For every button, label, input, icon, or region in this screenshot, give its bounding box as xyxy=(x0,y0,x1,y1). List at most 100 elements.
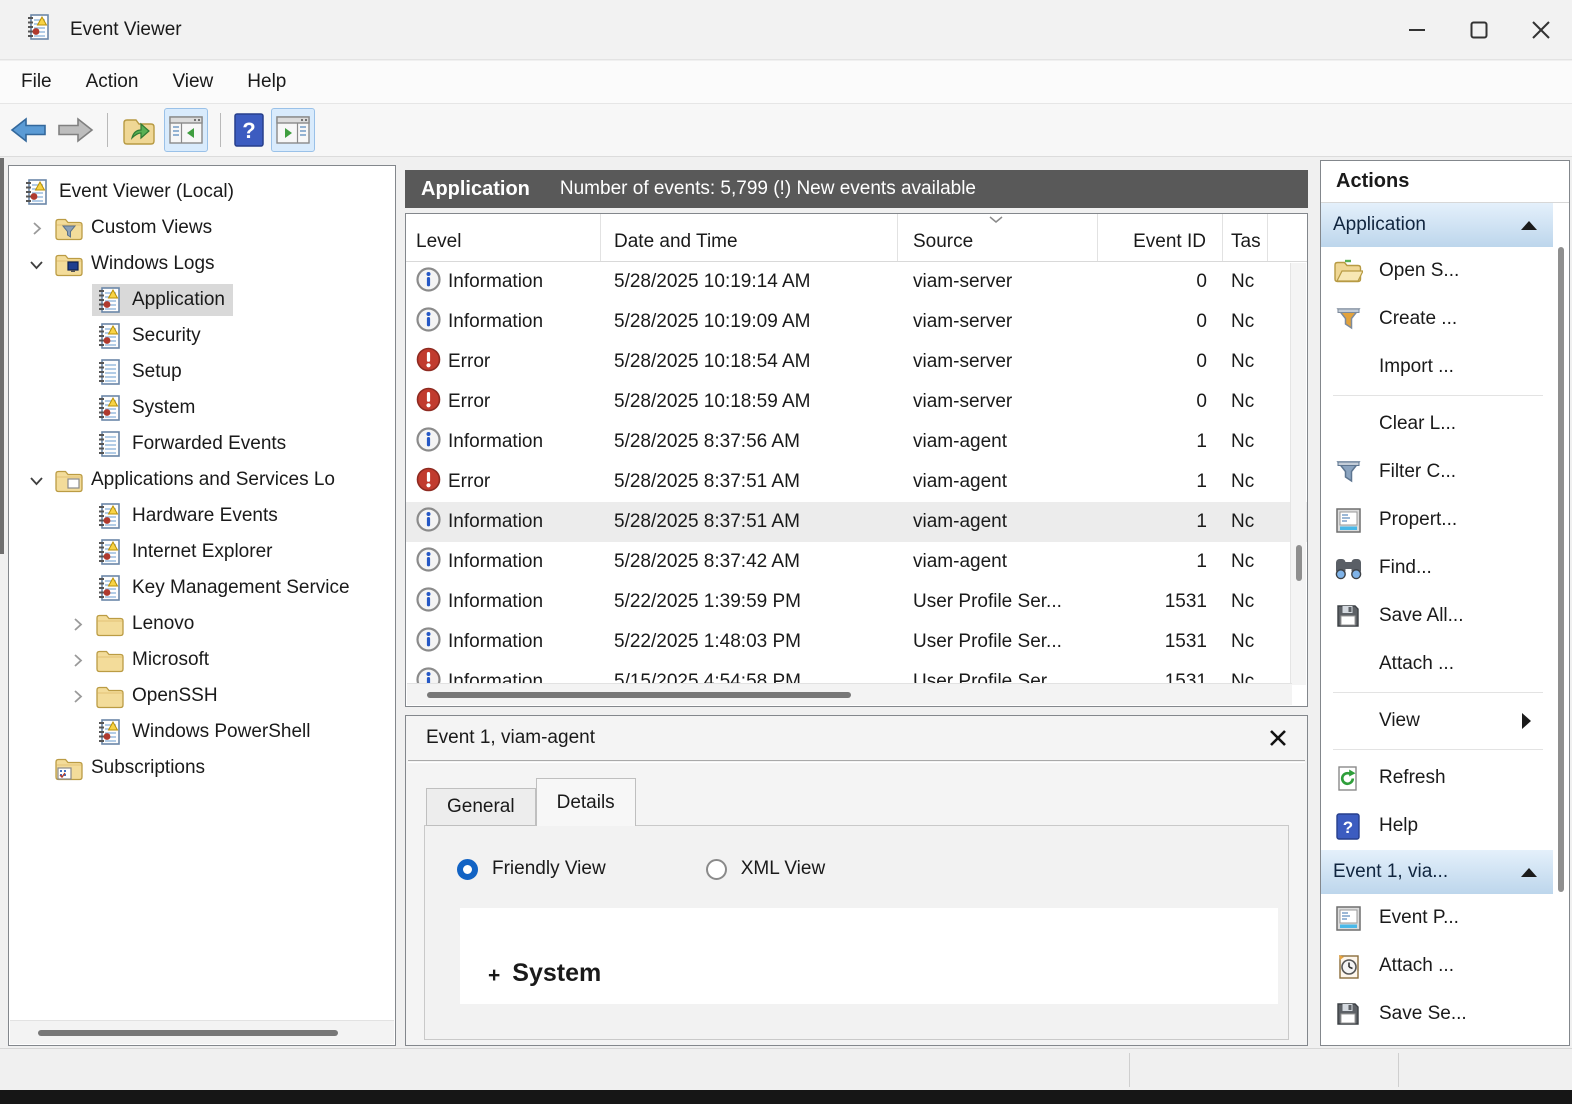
minimize-button[interactable] xyxy=(1386,0,1448,60)
tree-item-event-viewer-local-[interactable]: Event Viewer (Local) xyxy=(9,174,395,210)
action-propert-[interactable]: Propert... xyxy=(1321,496,1553,544)
tree-expander-collapsed[interactable] xyxy=(62,689,92,704)
tree-item-security[interactable]: Security xyxy=(9,318,395,354)
action-clear-l-[interactable]: Clear L... xyxy=(1321,400,1553,448)
action-event-p-[interactable]: Event P... xyxy=(1321,894,1553,942)
tree-item-application[interactable]: Application xyxy=(9,282,395,318)
tree-item-openssh[interactable]: OpenSSH xyxy=(9,678,395,714)
tree-item-microsoft[interactable]: Microsoft xyxy=(9,642,395,678)
folder-subscriptions-icon xyxy=(53,756,83,781)
tab-general[interactable]: General xyxy=(426,788,536,826)
action-find-[interactable]: Find... xyxy=(1321,544,1553,592)
event-row[interactable]: Information 5/28/2025 10:19:14 AM viam-s… xyxy=(406,262,1307,302)
tree-item-key-management-service[interactable]: Key Management Service xyxy=(9,570,395,606)
action-open-s-[interactable]: Open S... xyxy=(1321,247,1553,295)
events-hscroll-thumb[interactable] xyxy=(427,692,851,698)
toggle-action-pane-button[interactable] xyxy=(271,108,315,152)
events-vscroll-thumb[interactable] xyxy=(1296,545,1302,581)
events-horizontal-scrollbar[interactable] xyxy=(407,683,1292,705)
log-alert-icon xyxy=(94,502,124,530)
actions-pane: Actions Application Open S... Create ...… xyxy=(1320,160,1570,1046)
toggle-console-tree-button[interactable] xyxy=(164,108,208,152)
tree-item-custom-views[interactable]: Custom Views xyxy=(9,210,395,246)
radio-friendly-view[interactable]: Friendly View xyxy=(457,858,606,880)
event-row[interactable]: Error 5/28/2025 10:18:54 AM viam-server … xyxy=(406,342,1307,382)
system-node-label[interactable]: System xyxy=(512,959,601,988)
actions-group-event-1-via-[interactable]: Event 1, via... xyxy=(1321,850,1553,894)
menu-view[interactable]: View xyxy=(155,61,230,103)
action-view[interactable]: View xyxy=(1321,697,1553,745)
export-log-button[interactable] xyxy=(121,114,157,146)
action-attach-[interactable]: Attach ... xyxy=(1321,942,1553,990)
event-row[interactable]: Information 5/15/2025 4:54:58 PM User Pr… xyxy=(406,662,1307,684)
tree-item-applications-and-services-lo[interactable]: Applications and Services Lo xyxy=(9,462,395,498)
actions-separator xyxy=(1333,395,1543,396)
tab-details[interactable]: Details xyxy=(536,778,636,826)
column-header-tas[interactable]: Tas xyxy=(1223,214,1268,261)
menu-file[interactable]: File xyxy=(4,61,69,103)
tree-expander-collapsed[interactable] xyxy=(21,221,51,236)
log-summary: Number of events: 5,799 (!) New events a… xyxy=(560,178,976,200)
event-row[interactable]: Information 5/28/2025 8:37:56 AM viam-ag… xyxy=(406,422,1307,462)
folder-apps-icon xyxy=(53,468,83,493)
event-row[interactable]: Information 5/28/2025 10:19:09 AM viam-s… xyxy=(406,302,1307,342)
window-title: Event Viewer xyxy=(70,19,182,41)
action-save-all-[interactable]: Save All... xyxy=(1321,592,1553,640)
tree-item-label: Forwarded Events xyxy=(132,433,286,455)
tree-item-forwarded-events[interactable]: Forwarded Events xyxy=(9,426,395,462)
tree-item-windows-powershell[interactable]: Windows PowerShell xyxy=(9,714,395,750)
action-help[interactable]: ?Help xyxy=(1321,802,1553,850)
expand-system-toggle[interactable]: + xyxy=(488,964,500,988)
event-row[interactable]: Error 5/28/2025 10:18:59 AM viam-server … xyxy=(406,382,1307,422)
column-header-source[interactable]: Source xyxy=(898,214,1098,261)
tree-item-hardware-events[interactable]: Hardware Events xyxy=(9,498,395,534)
close-button[interactable] xyxy=(1510,0,1572,60)
tree-scrollbar-thumb[interactable] xyxy=(38,1030,338,1036)
actions-group-application[interactable]: Application xyxy=(1321,203,1553,247)
info-icon xyxy=(416,507,441,538)
back-button[interactable] xyxy=(10,115,48,145)
action-filter-c-[interactable]: Filter C... xyxy=(1321,448,1553,496)
actions-scrollbar-thumb[interactable] xyxy=(1558,247,1564,892)
tree-expander-expanded[interactable] xyxy=(21,473,51,488)
menu-action[interactable]: Action xyxy=(69,61,156,103)
column-header-level[interactable]: Level xyxy=(406,214,601,261)
column-header-event-id[interactable]: Event ID xyxy=(1098,214,1223,261)
actions-scrollbar[interactable] xyxy=(1555,217,1567,1043)
event-row[interactable]: Information 5/22/2025 1:48:03 PM User Pr… xyxy=(406,622,1307,662)
action-attach-[interactable]: Attach ... xyxy=(1321,640,1553,688)
tree-expander-collapsed[interactable] xyxy=(62,617,92,632)
toolbar-separator xyxy=(220,113,221,147)
status-divider xyxy=(1129,1053,1130,1087)
actions-title: Actions xyxy=(1321,161,1569,203)
tree-expander-collapsed[interactable] xyxy=(62,653,92,668)
column-header-date-and-time[interactable]: Date and Time xyxy=(601,214,898,261)
event-row[interactable]: Information 5/28/2025 8:37:51 AM viam-ag… xyxy=(406,502,1307,542)
action-create-[interactable]: Create ... xyxy=(1321,295,1553,343)
event-viewer-app-icon xyxy=(24,13,58,47)
detail-close-button[interactable] xyxy=(1269,729,1287,747)
maximize-button[interactable] xyxy=(1448,0,1510,60)
events-vertical-scrollbar[interactable] xyxy=(1290,263,1306,685)
tree-item-internet-explorer[interactable]: Internet Explorer xyxy=(9,534,395,570)
close-icon xyxy=(1531,20,1551,40)
action-import-[interactable]: Import ... xyxy=(1321,343,1553,391)
forward-button[interactable] xyxy=(56,115,94,145)
tree-horizontal-scrollbar[interactable] xyxy=(10,1020,394,1044)
help-button[interactable]: ? xyxy=(234,113,264,147)
tree-expander-expanded[interactable] xyxy=(21,257,51,272)
action-refresh[interactable]: Refresh xyxy=(1321,754,1553,802)
folder-filter-icon xyxy=(53,216,83,241)
tree-item-setup[interactable]: Setup xyxy=(9,354,395,390)
tree-item-subscriptions[interactable]: Subscriptions xyxy=(9,750,395,786)
tree-item-lenovo[interactable]: Lenovo xyxy=(9,606,395,642)
tree-item-windows-logs[interactable]: Windows Logs xyxy=(9,246,395,282)
action-save-se-[interactable]: Save Se... xyxy=(1321,990,1553,1038)
event-row[interactable]: Information 5/22/2025 1:39:59 PM User Pr… xyxy=(406,582,1307,622)
event-row[interactable]: Information 5/28/2025 8:37:42 AM viam-ag… xyxy=(406,542,1307,582)
close-icon xyxy=(1269,729,1287,747)
tree-item-system[interactable]: System xyxy=(9,390,395,426)
menu-help[interactable]: Help xyxy=(230,61,303,103)
event-row[interactable]: Error 5/28/2025 8:37:51 AM viam-agent 1 … xyxy=(406,462,1307,502)
radio-xml-view[interactable]: XML View xyxy=(706,858,825,880)
